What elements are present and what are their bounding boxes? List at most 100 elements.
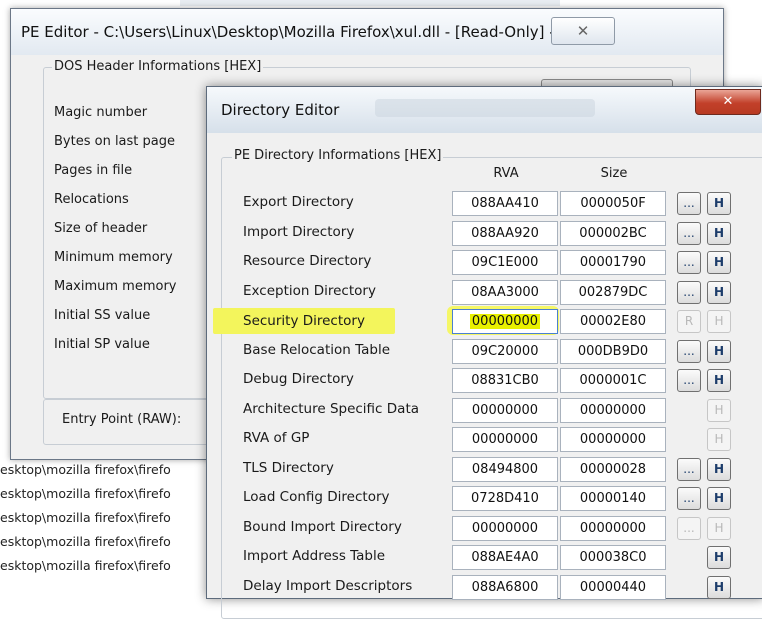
- background-log: esktop\mozilla firefox\firefo esktop\mozi…: [0, 458, 220, 578]
- rva-field[interactable]: 00000000: [452, 397, 558, 423]
- directory-editor-title: Directory Editor: [221, 101, 340, 119]
- browse-button[interactable]: ...: [677, 192, 701, 215]
- hex-view-button[interactable]: H: [707, 428, 731, 451]
- browse-button[interactable]: ...: [677, 251, 701, 274]
- rva-field[interactable]: 088AE4A0: [452, 545, 558, 570]
- size-field[interactable]: 0000050F: [560, 191, 666, 216]
- rva-value: 08831CB0: [471, 373, 539, 388]
- rva-field[interactable]: 00000000: [452, 427, 558, 452]
- rva-field[interactable]: 088AA920: [452, 220, 558, 246]
- rva-value: 08494800: [471, 461, 539, 477]
- log-line: esktop\mozilla firefox\firefo: [0, 534, 171, 549]
- rva-field[interactable]: 09C1E000: [452, 250, 558, 275]
- rva-column-header: RVA: [493, 166, 519, 181]
- titlebar-glass-reflection: [375, 99, 595, 117]
- directory-row: RVA of GP 00000000 00000000 H: [207, 424, 762, 454]
- directory-rows: Export Directory 088AA410 0000050F... H Impo…: [207, 188, 762, 601]
- directory-editor-close-button[interactable]: ✕: [695, 89, 761, 115]
- directory-name: Delay Import Descriptors: [243, 577, 413, 594]
- size-field[interactable]: 00000140: [560, 486, 666, 511]
- rva-value: 00000000: [471, 520, 539, 536]
- rva-field[interactable]: 088AA410: [452, 191, 558, 216]
- size-field[interactable]: 00002E80: [560, 309, 666, 334]
- size-field[interactable]: 00000000: [560, 397, 666, 423]
- size-column-header: Size: [600, 166, 628, 181]
- rva-field[interactable]: 0728D410: [452, 486, 558, 511]
- close-icon: ✕: [576, 22, 590, 40]
- size-field[interactable]: 00000000: [560, 515, 666, 541]
- browse-button[interactable]: ...: [677, 457, 701, 481]
- browse-button[interactable]: ...: [677, 221, 701, 245]
- log-line: esktop\mozilla firefox\firefo: [0, 462, 171, 477]
- pe-editor-title: PE Editor - C:\Users\Linux\Desktop\Mozil…: [21, 23, 574, 41]
- browse-button[interactable]: ...: [677, 516, 701, 540]
- dos-field-label: Maximum memory: [54, 279, 177, 294]
- rva-value: 088AA410: [471, 196, 539, 211]
- directory-row: Import Address Table 088AE4A0 000038C0 H: [207, 542, 762, 572]
- dos-header-fields: Magic number Bytes on last page Pages in f…: [54, 98, 177, 359]
- rva-field[interactable]: 08494800: [452, 456, 558, 482]
- hex-view-button[interactable]: H: [707, 516, 731, 540]
- hex-view-button[interactable]: H: [707, 339, 731, 363]
- close-icon: ✕: [722, 94, 734, 109]
- rva-field[interactable]: 08AA3000: [452, 279, 558, 305]
- hex-view-button[interactable]: H: [707, 546, 731, 569]
- browse-button[interactable]: ...: [677, 339, 701, 363]
- browse-button[interactable]: ...: [677, 369, 701, 392]
- hex-view-button[interactable]: H: [707, 457, 731, 481]
- size-field[interactable]: 00000000: [560, 427, 666, 452]
- rva-field[interactable]: 09C20000: [452, 338, 558, 364]
- directory-editor-window: Directory Editor ✕ PE Directory Informat…: [206, 86, 762, 619]
- directory-row: Debug Directory 08831CB0 0000001C... H: [207, 365, 762, 395]
- remove-button[interactable]: R: [677, 310, 701, 333]
- log-line: esktop\mozilla firefox\firefo: [0, 510, 171, 525]
- size-field[interactable]: 0000001C: [560, 368, 666, 393]
- hex-view-button[interactable]: H: [707, 251, 731, 274]
- pe-editor-titlebar[interactable]: PE Editor - C:\Users\Linux\Desktop\Mozil…: [11, 9, 723, 55]
- pe-editor-close-button[interactable]: ✕: [551, 17, 615, 45]
- rva-value: 088A6800: [471, 579, 539, 595]
- directory-name: Bound Import Directory: [243, 518, 402, 535]
- dos-field-label: Initial SS value: [54, 308, 151, 323]
- dos-field-label: Pages in file: [54, 163, 133, 178]
- browse-button[interactable]: ...: [677, 487, 701, 510]
- size-field[interactable]: 00001790: [560, 250, 666, 275]
- size-field[interactable]: 002879DC: [560, 279, 666, 305]
- rva-field[interactable]: 088A6800: [452, 574, 558, 600]
- dos-field-label: Size of header: [54, 221, 148, 236]
- dos-header-legend: DOS Header Informations [HEX]: [52, 59, 264, 74]
- pe-directory-legend: PE Directory Informations [HEX]: [232, 148, 444, 163]
- hex-view-button[interactable]: H: [707, 192, 731, 215]
- size-field[interactable]: 00000440: [560, 574, 666, 600]
- size-field[interactable]: 00000028: [560, 456, 666, 482]
- hex-view-button[interactable]: H: [707, 221, 731, 245]
- directory-name: Import Address Table: [243, 548, 386, 564]
- rva-value: 00000000: [469, 314, 541, 329]
- hex-view-button[interactable]: H: [707, 310, 731, 333]
- size-field[interactable]: 000002BC: [560, 220, 666, 246]
- log-line: esktop\mozilla firefox\firefo: [0, 486, 171, 501]
- hex-view-button[interactable]: H: [707, 575, 731, 599]
- hex-view-button[interactable]: H: [707, 487, 731, 510]
- hex-view-button[interactable]: H: [707, 398, 731, 422]
- directory-row: Export Directory 088AA410 0000050F... H: [207, 188, 762, 218]
- dos-field-label: Bytes on last page: [54, 134, 175, 149]
- rva-field[interactable]: 00000000: [452, 515, 558, 541]
- directory-row: TLS Directory 08494800 00000028... H: [207, 454, 762, 484]
- size-field[interactable]: 000DB9D0: [560, 338, 666, 364]
- directory-row: Architecture Specific Data 00000000 000000…: [207, 395, 762, 425]
- directory-row: Resource Directory 09C1E000 00001790... H: [207, 247, 762, 277]
- size-field[interactable]: 000038C0: [560, 545, 666, 570]
- hex-view-button[interactable]: H: [707, 369, 731, 392]
- directory-name: Load Config Directory: [243, 489, 390, 505]
- directory-row: Security Directory 00000000 00002E80 R H: [207, 306, 762, 336]
- directory-name: Architecture Specific Data: [243, 400, 420, 417]
- rva-value: 0728D410: [471, 491, 539, 506]
- browse-button[interactable]: ...: [677, 280, 701, 304]
- directory-name: Export Directory: [243, 194, 354, 210]
- rva-field[interactable]: 08831CB0: [452, 368, 558, 393]
- directory-name: Base Relocation Table: [243, 341, 391, 358]
- directory-row: Load Config Directory 0728D410 00000140...…: [207, 483, 762, 513]
- hex-view-button[interactable]: H: [707, 280, 731, 304]
- rva-field[interactable]: 00000000: [452, 309, 558, 334]
